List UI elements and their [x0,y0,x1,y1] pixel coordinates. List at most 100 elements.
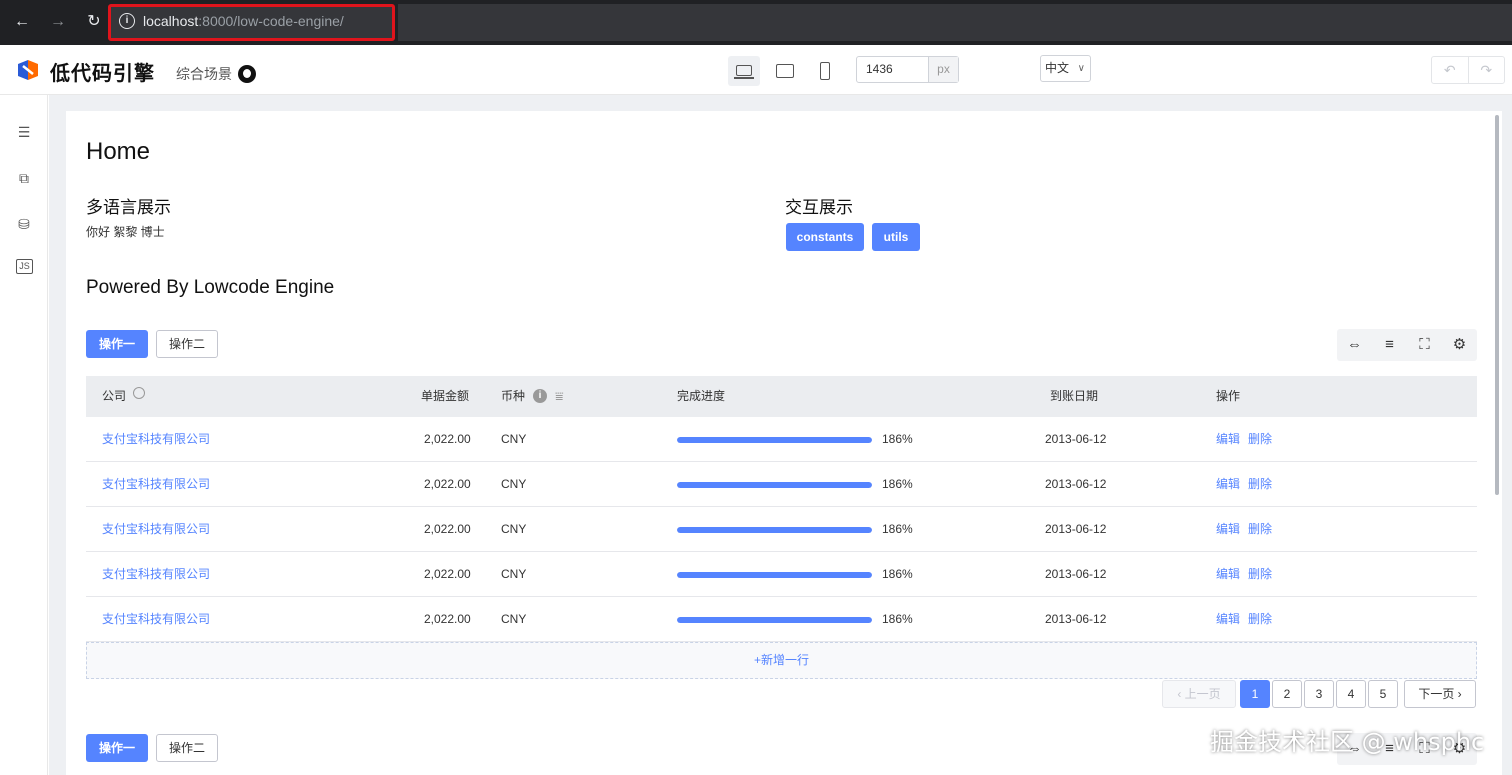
pagination-page-1[interactable]: 1 [1240,680,1270,708]
col-date: 到账日期 [1050,389,1099,403]
datasource-icon[interactable]: ⛁ [14,214,34,234]
cell-company[interactable]: 支付宝科技有限公司 [102,507,210,551]
cell-currency: CNY [501,522,527,536]
progress-bar [677,482,872,488]
fit-icon[interactable]: ⛶ [1407,329,1442,361]
fullscreen-icon[interactable]: ⇔ [1337,329,1372,361]
address-bar[interactable]: i localhost:8000/low-code-engine/ [108,4,395,41]
edit-link[interactable]: 编辑 [1216,597,1240,641]
pagination-prev[interactable]: ‹ 上一页 [1162,680,1236,708]
device-phone-button[interactable] [809,56,841,86]
cell-amount: 2,022.00 [424,612,471,626]
action-two-button[interactable]: 操作二 [156,330,218,358]
forward-icon[interactable]: → [47,11,69,33]
undo-icon[interactable]: ↶ [1432,57,1469,83]
powered-by-title: Powered By Lowcode Engine [86,277,335,298]
col-progress: 完成进度 [677,389,726,403]
i18n-title: 多语言展示 [86,198,171,217]
canvas-scrollbar[interactable] [1495,115,1499,495]
delete-link[interactable]: 删除 [1248,597,1272,641]
search-icon[interactable] [133,387,145,399]
phone-icon [820,62,830,80]
cell-date: 2013-06-12 [1045,432,1107,446]
cell-progress-label: 186% [882,432,913,446]
delete-link[interactable]: 删除 [1248,462,1272,506]
language-value: 中文 [1045,61,1070,75]
delete-link[interactable]: 删除 [1248,507,1272,551]
chevron-right-icon: › [1454,687,1462,701]
pagination-page-4[interactable]: 4 [1336,680,1366,708]
delete-link[interactable]: 删除 [1248,417,1272,461]
cell-company[interactable]: 支付宝科技有限公司 [102,552,210,596]
github-icon[interactable] [238,65,256,83]
canvas-width-value[interactable]: 1436 [857,57,928,82]
chevron-down-icon: ∨ [1077,63,1085,74]
left-panel-rail: ☰ ⧉ ⛁ JS [0,95,48,775]
density-icon[interactable]: ≡ [1372,329,1407,361]
pagination-next[interactable]: 下一页 › [1404,680,1476,708]
action-two-button-bottom[interactable]: 操作二 [156,734,218,762]
progress-fill [677,527,872,533]
undo-redo-group: ↶ ↷ [1431,56,1505,84]
cell-company[interactable]: 支付宝科技有限公司 [102,417,210,461]
cell-currency: CNY [501,432,527,446]
table-row: 支付宝科技有限公司 2,022.00 CNY 186% 2013-06-12 编辑 删除 [86,462,1477,507]
pagination-page-2[interactable]: 2 [1272,680,1302,708]
reload-icon[interactable]: ↻ [83,11,105,33]
cell-company[interactable]: 支付宝科技有限公司 [102,597,210,641]
scene-label[interactable]: 综合场景 [176,64,256,84]
desktop-icon [736,65,752,76]
add-row-button[interactable]: +新增一行 [86,642,1477,679]
component-icon[interactable]: ⧉ [14,168,34,188]
edit-link[interactable]: 编辑 [1216,552,1240,596]
cell-currency: CNY [501,477,527,491]
edit-link[interactable]: 编辑 [1216,417,1240,461]
cell-progress-label: 186% [882,612,913,626]
table-row: 支付宝科技有限公司 2,022.00 CNY 186% 2013-06-12 编辑 删除 [86,552,1477,597]
site-info-icon[interactable]: i [119,13,135,29]
address-bar-background [398,4,1512,41]
table-row: 支付宝科技有限公司 2,022.00 CNY 186% 2013-06-12 编辑 删除 [86,597,1477,642]
url-text: localhost:8000/low-code-engine/ [143,13,344,29]
edit-link[interactable]: 编辑 [1216,507,1240,551]
logo-icon [18,60,38,80]
action-one-button-bottom[interactable]: 操作一 [86,734,148,762]
edit-link[interactable]: 编辑 [1216,462,1240,506]
cell-date: 2013-06-12 [1045,612,1107,626]
language-select[interactable]: 中文 ∨ [1040,55,1091,82]
chevron-left-icon: ‹ [1177,687,1185,701]
pagination-page-5[interactable]: 5 [1368,680,1398,708]
interact-title: 交互展示 [785,198,853,217]
filter-icon[interactable]: ⩸ [555,386,564,406]
url-host: localhost [143,13,199,29]
tablet-icon [776,64,794,78]
cell-amount: 2,022.00 [424,567,471,581]
outline-icon[interactable]: ☰ [14,122,34,142]
gear-icon[interactable]: ⚙ [1442,329,1477,361]
action-one-button[interactable]: 操作一 [86,330,148,358]
device-desktop-button[interactable] [728,56,760,86]
delete-link[interactable]: 删除 [1248,552,1272,596]
pagination-page-3[interactable]: 3 [1304,680,1334,708]
constants-button[interactable]: constants [786,223,864,251]
back-icon[interactable]: ← [11,11,33,33]
progress-bar [677,572,872,578]
table-header: 公司 单据金额 币种 i ⩸ 完成进度 到账日期 操作 [86,376,1477,417]
canvas-width-input[interactable]: 1436 px [856,56,959,83]
cell-amount: 2,022.00 [424,522,471,536]
info-icon[interactable]: i [533,389,547,403]
design-canvas: Home 多语言展示 你好 絮黎 博士 交互展示 constants utils… [66,111,1502,775]
progress-fill [677,437,872,443]
pagination-prev-label: 上一页 [1184,687,1221,701]
progress-fill [677,482,872,488]
redo-icon[interactable]: ↷ [1469,57,1505,83]
device-tablet-button[interactable] [769,56,801,86]
scene-text: 综合场景 [176,66,232,82]
table-row: 支付宝科技有限公司 2,022.00 CNY 186% 2013-06-12 编辑 删除 [86,507,1477,552]
js-icon[interactable]: JS [16,259,33,274]
utils-button[interactable]: utils [872,223,920,251]
cell-currency: CNY [501,612,527,626]
col-company: 公司 [102,389,127,403]
cell-company[interactable]: 支付宝科技有限公司 [102,462,210,506]
col-actions: 操作 [1216,389,1241,403]
